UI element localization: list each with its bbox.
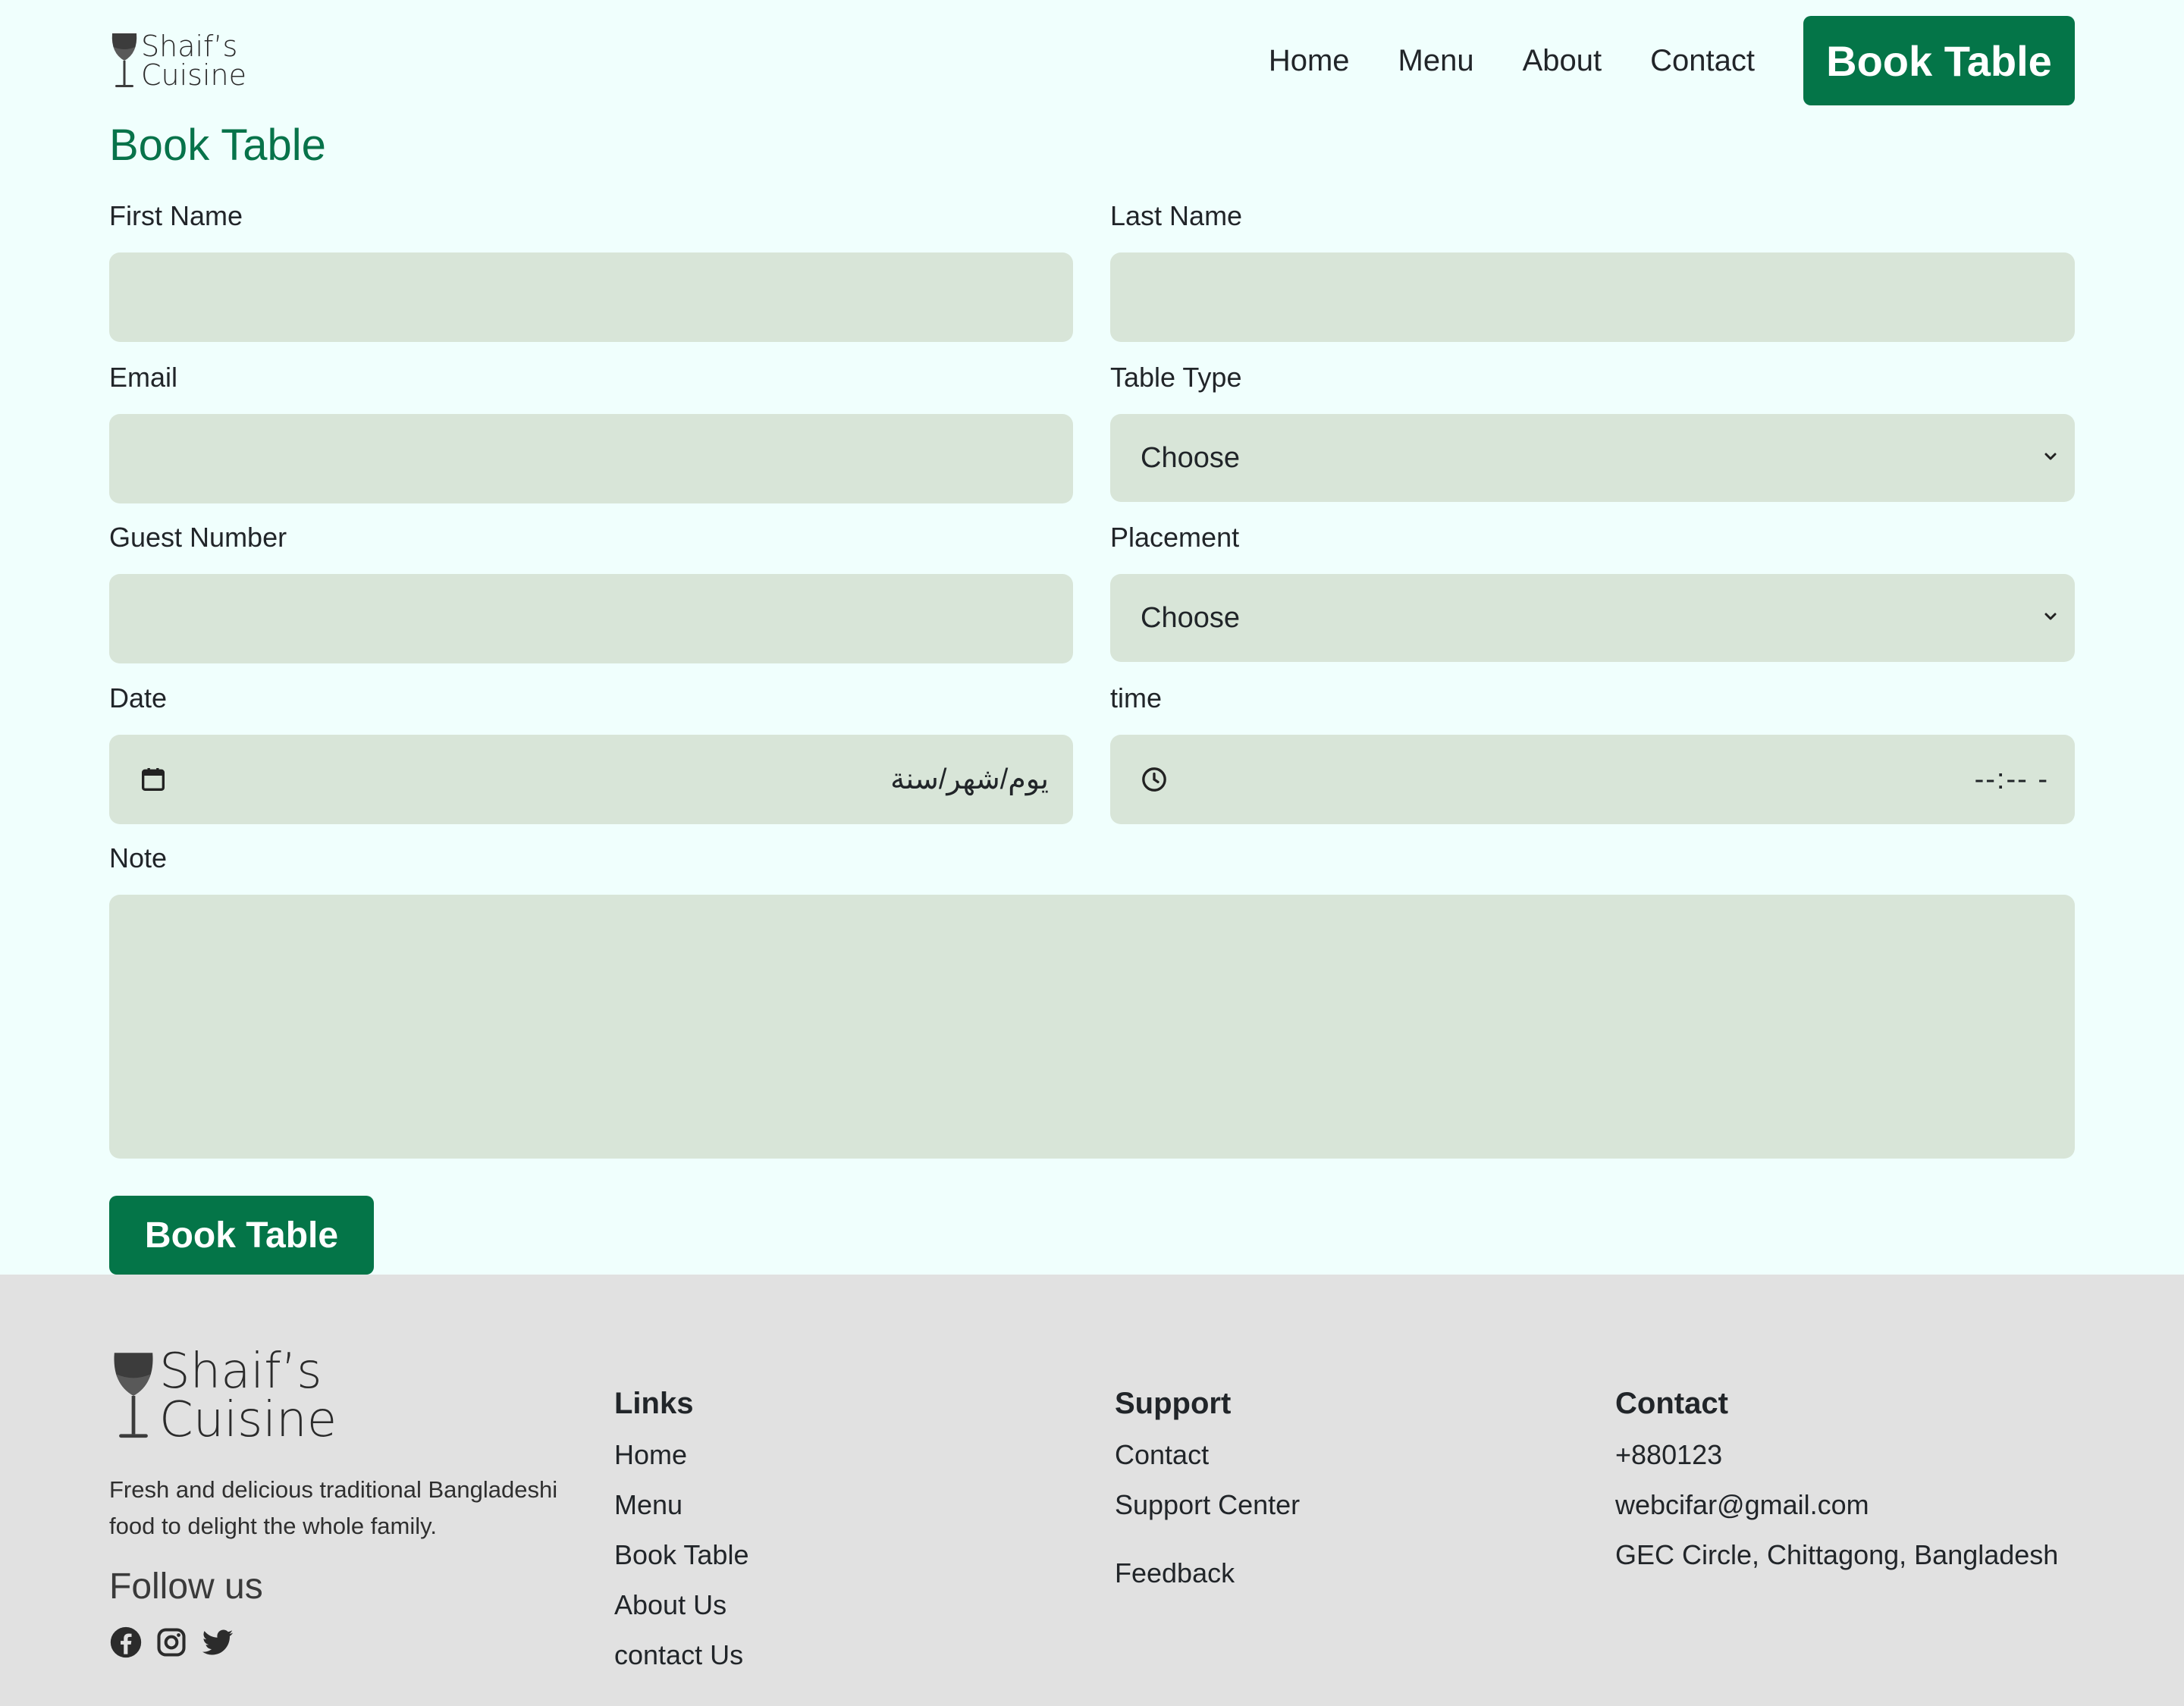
nav-contact[interactable]: Contact — [1650, 44, 1755, 78]
placement-select[interactable]: Choose — [1110, 574, 2075, 662]
note-textarea[interactable] — [109, 895, 2075, 1159]
date-input[interactable]: يوم/شهر/سنة — [109, 735, 1073, 824]
footer-contact-title: Contact — [1615, 1387, 1728, 1420]
site-footer: Shaif’s Cuisine Fresh and delicious trad… — [0, 1275, 2184, 1706]
footer-link-support-center[interactable]: Support Center — [1115, 1480, 1300, 1530]
time-placeholder: --:-- - — [1974, 764, 2049, 795]
brand-line-1: Shaif’s — [159, 1344, 322, 1400]
nav-home[interactable]: Home — [1269, 44, 1350, 78]
contact-address: GEC Circle, Chittagong, Bangladesh — [1615, 1539, 2059, 1570]
footer-links-title: Links — [614, 1387, 694, 1420]
brand-logo[interactable]: Shaif’s Cuisine — [109, 30, 246, 91]
footer-link-menu[interactable]: Menu — [614, 1480, 748, 1530]
footer-links-column: Links Home Menu Book Table About Us cont… — [614, 1387, 748, 1680]
brand-line-2: Cuisine — [141, 58, 246, 92]
instagram-icon[interactable] — [155, 1626, 188, 1659]
wine-glass-icon — [111, 33, 137, 87]
date-placeholder: يوم/شهر/سنة — [890, 764, 1049, 795]
brand-line-2: Cuisine — [159, 1392, 337, 1448]
first-name-input[interactable] — [109, 252, 1073, 342]
book-table-submit-button[interactable]: Book Table — [109, 1196, 374, 1275]
footer-link-feedback[interactable]: Feedback — [1115, 1548, 1300, 1598]
main-nav: Home Menu About Contact Book Table — [1269, 16, 2075, 105]
footer-description: Fresh and delicious traditional Banglade… — [109, 1476, 558, 1539]
nav-about[interactable]: About — [1523, 44, 1602, 78]
contact-phone: +880123 — [1615, 1439, 1723, 1470]
wine-glass-icon — [114, 1353, 153, 1438]
footer-link-about-us[interactable]: About Us — [614, 1580, 748, 1630]
footer-link-contact-us[interactable]: contact Us — [614, 1630, 748, 1680]
twitter-icon[interactable] — [200, 1626, 235, 1659]
last-name-input[interactable] — [1110, 252, 2075, 342]
guest-number-label: Guest Number — [109, 522, 287, 553]
contact-email: webcifar@gmail.com — [1615, 1489, 1869, 1520]
page-title: Book Table — [109, 121, 326, 170]
placement-label: Placement — [1110, 522, 1240, 553]
footer-support-title: Support — [1115, 1387, 1232, 1420]
footer-contact-column: Contact +880123 webcifar@gmail.com GEC C… — [1615, 1387, 2058, 1580]
footer-brand-name: Shaif’s Cuisine — [159, 1347, 337, 1444]
placement-value: Choose — [1141, 602, 1240, 634]
footer-link-contact[interactable]: Contact — [1115, 1430, 1300, 1480]
email-label: Email — [109, 362, 178, 393]
brand-name: Shaif’s Cuisine — [141, 32, 246, 89]
chevron-down-icon — [2044, 613, 2057, 620]
footer-brand-logo[interactable]: Shaif’s Cuisine — [109, 1347, 337, 1444]
book-table-nav-button[interactable]: Book Table — [1803, 16, 2075, 105]
calendar-icon[interactable] — [138, 764, 168, 795]
guest-number-input[interactable] — [109, 574, 1073, 663]
note-label: Note — [109, 842, 168, 873]
brand-line-1: Shaif’s — [141, 30, 238, 63]
chevron-down-icon — [2044, 453, 2057, 460]
email-input[interactable] — [109, 414, 1073, 503]
table-type-select[interactable]: Choose — [1110, 414, 2075, 502]
clock-icon[interactable] — [1139, 764, 1169, 795]
first-name-label: First Name — [109, 200, 243, 231]
nav-menu[interactable]: Menu — [1398, 44, 1474, 78]
table-type-label: Table Type — [1110, 362, 1242, 393]
facebook-icon[interactable] — [109, 1626, 143, 1659]
footer-link-book-table[interactable]: Book Table — [614, 1530, 748, 1580]
site-header: Shaif’s Cuisine Home Menu About Contact … — [109, 0, 2075, 121]
last-name-label: Last Name — [1110, 200, 1243, 231]
footer-support-column: Support Contact Support Center Feedback — [1115, 1387, 1300, 1598]
social-links — [109, 1626, 235, 1659]
time-input[interactable]: --:-- - — [1110, 735, 2075, 824]
table-type-value: Choose — [1141, 442, 1240, 474]
follow-us-heading: Follow us — [109, 1566, 263, 1607]
time-label: time — [1110, 682, 1163, 713]
date-label: Date — [109, 682, 168, 713]
footer-link-home[interactable]: Home — [614, 1430, 748, 1480]
